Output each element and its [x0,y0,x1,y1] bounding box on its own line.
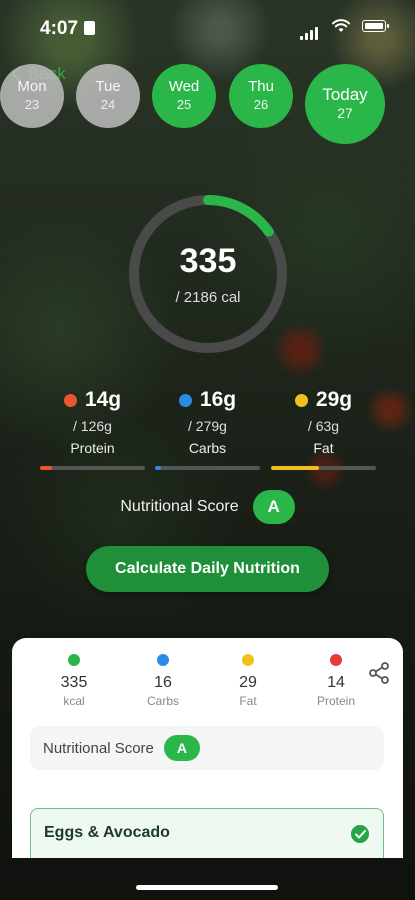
day-number: 23 [24,97,40,112]
macro-value: 16g [199,388,237,411]
stat-label: Carbs [146,694,179,708]
home-indicator[interactable] [136,885,278,890]
kcal-dot-icon [68,654,80,666]
wifi-icon [332,19,350,32]
macro-progress-bar [155,466,260,470]
id-badge-icon [84,21,96,35]
carbs-dot-icon [157,654,169,666]
battery-icon [362,20,389,32]
share-icon[interactable] [369,662,389,684]
calories-consumed: 335 [179,242,237,280]
stat-value: 29 [239,674,257,691]
card-nutritional-score: Nutritional Score A [30,726,384,770]
macro-label: Protein [70,440,115,456]
stat-label: kcal [63,694,85,708]
macro-carbs: 16g / 279g Carbs [155,388,260,470]
macro-label: Carbs [188,440,227,456]
meal-item[interactable]: Eggs & Avocado [30,808,384,858]
card-score-badge: A [163,735,200,761]
fat-dot-icon [242,654,254,666]
daily-summary-card: 335 kcal 16 Carbs 29 Fat 14 Protein Nutr… [12,638,403,858]
status-bar: 4:07 [0,0,415,56]
protein-dot-icon [63,393,77,407]
day-number: 26 [253,97,269,112]
nutritional-score-badge: A [252,490,295,524]
macro-value: 14g [84,388,122,411]
day-number: 25 [176,97,192,112]
fat-dot-icon [294,393,308,407]
day-name: Tue [95,78,121,95]
macro-goal: / 279g [188,418,227,434]
macro-progress-bar [271,466,376,470]
stat-value: 16 [154,674,172,691]
day-number: 24 [100,97,116,112]
macro-protein: 14g / 126g Protein [40,388,145,470]
stat-fat: 29 Fat [213,654,283,708]
day-number: 27 [337,105,353,121]
stat-value: 14 [327,674,345,691]
day-thu[interactable]: Thu 26 [229,64,293,128]
nutritional-score-label: Nutritional Score [120,498,239,515]
stat-label: Protein [316,694,356,708]
macro-progress-bar [40,466,145,470]
day-name: Mon [17,78,47,95]
signal-icon [300,22,320,40]
macro-progress-fill [271,466,320,470]
day-today[interactable]: Today 27 [305,64,385,144]
status-time: 4:07 [40,18,96,40]
nutritional-score-row: Nutritional Score A [0,490,415,524]
day-name: Wed [168,78,200,95]
macro-fat: 29g / 63g Fat [271,388,376,470]
stat-carbs: 16 Carbs [128,654,198,708]
day-mon[interactable]: Mon 23 [0,64,64,128]
macro-goal: / 126g [73,418,112,434]
card-score-label: Nutritional Score [43,739,154,757]
macro-label: Fat [313,440,334,456]
day-name: Thu [248,78,274,95]
calculate-daily-nutrition-button[interactable]: Calculate Daily Nutrition [86,546,329,592]
stat-protein: 14 Protein [301,654,371,708]
stat-value: 335 [60,674,88,691]
stat-label: Fat [239,694,257,708]
day-tue[interactable]: Tue 24 [76,64,140,128]
checkmark-icon [351,825,369,843]
macro-goal: / 63g [307,418,340,434]
stat-kcal: 335 kcal [39,654,109,708]
protein-dot-icon [330,654,342,666]
day-name: Today [322,85,368,104]
day-wed[interactable]: Wed 25 [152,64,216,128]
macro-progress-fill [155,466,161,470]
meal-title: Eggs & Avocado [44,824,170,841]
carbs-dot-icon [178,393,192,407]
calories-goal: / 2186 cal [175,289,241,306]
macro-value: 29g [315,388,353,411]
macro-progress-fill [40,466,52,470]
